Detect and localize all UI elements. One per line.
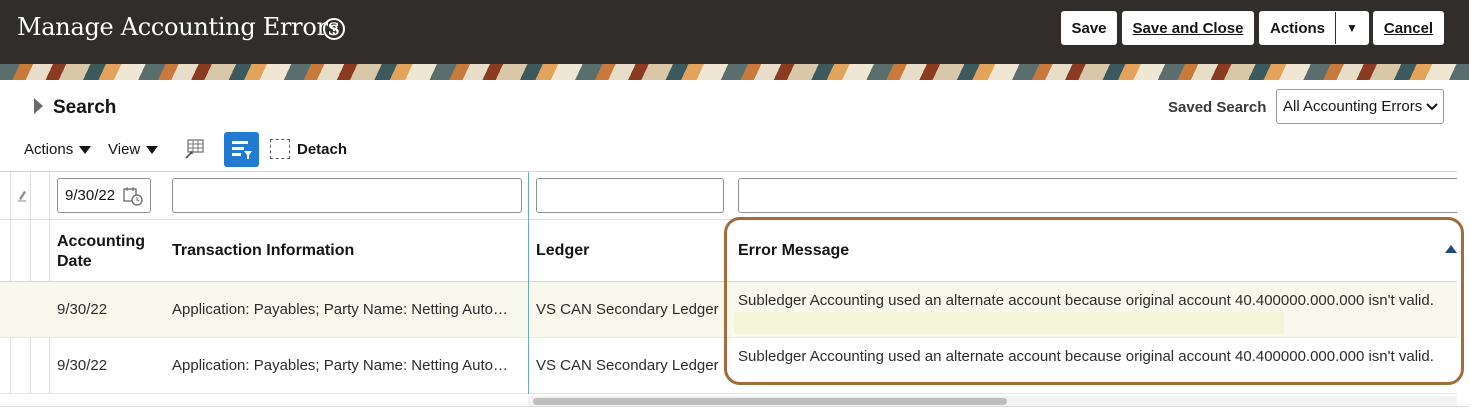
ledger-filter[interactable] <box>536 178 724 213</box>
column-header-accounting-date[interactable]: Accounting Date <box>57 232 145 272</box>
decorative-banner <box>0 64 1469 80</box>
horizontal-scrollbar-thumb[interactable] <box>533 398 1007 405</box>
table-bottom-border <box>0 406 1469 407</box>
row-1-accounting-date: 9/30/22 <box>57 301 108 318</box>
page-title: Manage Accounting Errors <box>17 13 340 41</box>
toolbar-actions-label: Actions <box>24 141 74 158</box>
row-2-accounting-date: 9/30/22 <box>57 357 108 374</box>
save-button[interactable]: Save <box>1061 11 1117 45</box>
actions-button[interactable]: Actions <box>1260 12 1336 44</box>
accounting-date-filter[interactable]: 9/30/22 <box>57 178 151 213</box>
toolbar-view-label: View <box>108 141 141 158</box>
row-2-ledger: VS CAN Secondary Ledger <box>536 357 719 374</box>
frozen-column-divider <box>528 172 529 394</box>
cancel-label: Cancel <box>1383 19 1434 37</box>
save-and-close-button[interactable]: Save and Close <box>1122 11 1254 45</box>
actions-dropdown-caret-icon[interactable]: ▼ <box>1336 12 1368 44</box>
help-icon[interactable]: ? <box>323 18 345 40</box>
column-header-ledger[interactable]: Ledger <box>536 241 589 261</box>
calendar-icon[interactable] <box>123 186 143 206</box>
toolbar-actions-menu[interactable]: Actions <box>24 141 92 158</box>
row-1-ledger: VS CAN Secondary Ledger <box>536 301 719 318</box>
toolbar-view-menu[interactable]: View <box>108 141 159 158</box>
edit-pencil-icon <box>18 191 26 202</box>
column-header-transaction-information[interactable]: Transaction Information <box>172 241 354 261</box>
column-header-accounting-date-line2: Date <box>57 253 92 270</box>
freeze-columns-icon[interactable] <box>184 139 204 159</box>
search-title[interactable]: Search <box>53 97 116 119</box>
row-2-transaction-information: Application: Payables; Party Name: Netti… <box>172 357 509 374</box>
cancel-button[interactable]: Cancel <box>1373 11 1444 45</box>
save-and-close-label: Save and Close <box>1132 19 1244 37</box>
view-caret-icon <box>146 145 159 154</box>
detach-button[interactable]: Detach <box>297 141 347 158</box>
accounting-date-filter-value: 9/30/22 <box>65 187 116 204</box>
saved-search-value: All Accounting Errors <box>1283 98 1423 115</box>
error-message-filter[interactable] <box>738 178 1457 213</box>
transaction-information-filter[interactable] <box>172 178 522 213</box>
filter-icon <box>232 141 252 159</box>
search-expand-icon[interactable] <box>34 98 43 114</box>
saved-search-select[interactable]: All Accounting Errors <box>1276 89 1444 124</box>
detach-icon[interactable] <box>270 139 290 159</box>
page-header: Manage Accounting Errors ? Save Save and… <box>0 0 1469 64</box>
row-1-transaction-information: Application: Payables; Party Name: Netti… <box>172 301 509 318</box>
query-by-example-button[interactable] <box>224 132 259 167</box>
chevron-down-icon <box>1426 102 1438 110</box>
actions-caret-icon <box>79 145 92 154</box>
saved-search-label: Saved Search <box>1168 99 1267 116</box>
header-actions-menu[interactable]: Actions ▼ <box>1259 11 1369 45</box>
column-header-accounting-date-line1: Accounting <box>57 233 145 250</box>
error-message-highlight-annotation <box>724 217 1464 385</box>
